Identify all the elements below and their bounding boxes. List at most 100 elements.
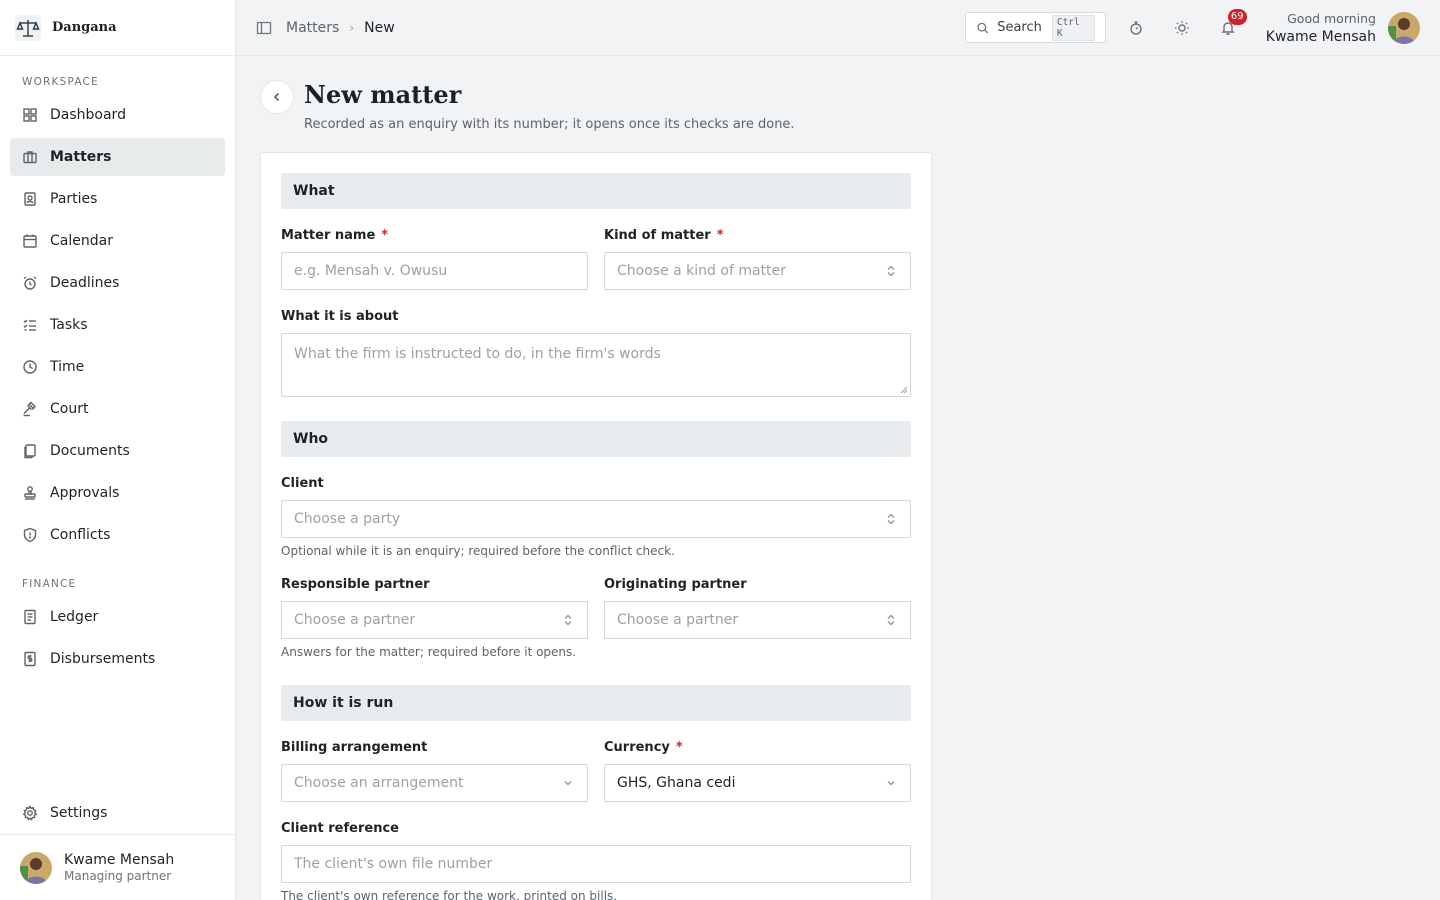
client-reference-input[interactable]: The client's own file number bbox=[281, 845, 911, 883]
section-what: What bbox=[281, 173, 911, 209]
sidebar-item-calendar[interactable]: Calendar bbox=[10, 222, 225, 260]
breadcrumb-current: New bbox=[364, 19, 395, 36]
search-button[interactable]: Search Ctrl K bbox=[964, 12, 1106, 43]
sidebar-item-documents[interactable]: Documents bbox=[10, 432, 225, 470]
client-label: Client bbox=[281, 476, 324, 491]
sidebar-item-time[interactable]: Time bbox=[10, 348, 225, 386]
breadcrumb: Matters › New bbox=[286, 20, 395, 36]
user-role: Managing partner bbox=[64, 869, 172, 883]
required-mark: * bbox=[716, 228, 724, 243]
currency-select[interactable]: GHS, Ghana cedi bbox=[604, 764, 911, 802]
what-about-placeholder: What the firm is instructed to do, in th… bbox=[294, 346, 661, 362]
chevron-up-down-icon bbox=[887, 614, 895, 626]
scales-logo-icon bbox=[14, 14, 42, 42]
currency-label: Currency * bbox=[604, 740, 683, 755]
sidebar-item-label: Approvals bbox=[50, 485, 120, 501]
responsible-placeholder: Choose a partner bbox=[294, 612, 416, 628]
sidebar-item-label: Deadlines bbox=[50, 275, 120, 291]
responsible-partner-select[interactable]: Choose a partner bbox=[281, 601, 588, 639]
breadcrumb-matters[interactable]: Matters bbox=[286, 20, 339, 36]
client-hint: Optional while it is an enquiry; require… bbox=[281, 544, 675, 558]
sidebar-item-deadlines[interactable]: Deadlines bbox=[10, 264, 225, 302]
field-currency: Currency * GHS, Ghana cedi bbox=[604, 739, 911, 802]
sidebar-item-parties[interactable]: Parties bbox=[10, 180, 225, 218]
nav-finance: FINANCE Ledger Disbursements bbox=[0, 554, 235, 678]
sidebar-item-matters[interactable]: Matters bbox=[10, 138, 225, 176]
required-mark: * bbox=[381, 228, 389, 243]
section-who: Who bbox=[281, 421, 911, 457]
row-partners: Responsible partner Choose a partner Ori… bbox=[281, 576, 911, 639]
matter-name-input[interactable]: e.g. Mensah v. Owusu bbox=[281, 252, 588, 290]
receipt-icon bbox=[24, 651, 36, 667]
kind-of-matter-select[interactable]: Choose a kind of matter bbox=[604, 252, 911, 290]
contact-icon bbox=[24, 192, 36, 206]
sidebar-item-label: Matters bbox=[50, 149, 112, 165]
client-reference-placeholder: The client's own file number bbox=[294, 856, 493, 872]
nav-heading-finance: FINANCE bbox=[22, 578, 77, 590]
sidebar-item-tasks[interactable]: Tasks bbox=[10, 306, 225, 344]
client-reference-label: Client reference bbox=[281, 821, 399, 836]
sidebar-item-disbursements[interactable]: Disbursements bbox=[10, 640, 225, 678]
originating-partner-select[interactable]: Choose a partner bbox=[604, 601, 911, 639]
sidebar-item-court[interactable]: Court bbox=[10, 390, 225, 428]
sidebar-item-conflicts[interactable]: Conflicts bbox=[10, 516, 225, 554]
responsible-partner-label: Responsible partner bbox=[281, 577, 430, 592]
theme-toggle-button[interactable] bbox=[1172, 18, 1192, 38]
sidebar-item-settings[interactable]: Settings bbox=[10, 794, 225, 832]
sidebar-item-ledger[interactable]: Ledger bbox=[10, 598, 225, 636]
billing-label: Billing arrangement bbox=[281, 740, 428, 755]
user-name: Kwame Mensah bbox=[64, 852, 175, 868]
section-how: How it is run bbox=[281, 685, 911, 721]
timer-button[interactable] bbox=[1126, 18, 1146, 38]
sidebar-item-label: Time bbox=[50, 359, 85, 375]
chevron-down-icon bbox=[564, 781, 572, 786]
billing-select[interactable]: Choose an arrangement bbox=[281, 764, 588, 802]
matter-name-label: Matter name * bbox=[281, 228, 389, 243]
page-subtitle: Recorded as an enquiry with its number; … bbox=[304, 117, 795, 132]
field-kind-of-matter: Kind of matter * Choose a kind of matter bbox=[604, 227, 911, 290]
chevron-right-icon: › bbox=[349, 20, 355, 35]
sidebar-item-approvals[interactable]: Approvals bbox=[10, 474, 225, 512]
originating-placeholder: Choose a partner bbox=[617, 612, 739, 628]
main: Matters › New Search Ctrl K 69 Good morn… bbox=[236, 0, 1440, 900]
client-select[interactable]: Choose a party bbox=[281, 500, 911, 538]
field-matter-name: Matter name * e.g. Mensah v. Owusu bbox=[281, 227, 588, 290]
app-shell: Dangana WORKSPACE Dashboard Matters Part… bbox=[0, 0, 1440, 900]
kind-placeholder: Choose a kind of matter bbox=[617, 263, 786, 279]
client-reference-hint: The client's own reference for the work,… bbox=[281, 889, 618, 900]
greeting-user-name: Kwame Mensah bbox=[1265, 28, 1376, 45]
briefcase-icon bbox=[23, 151, 37, 164]
stamp-icon bbox=[24, 486, 36, 500]
topbar: Matters › New Search Ctrl K 69 Good morn… bbox=[236, 0, 1440, 56]
sidebar-item-label: Court bbox=[50, 401, 89, 417]
greeting: Good morning Kwame Mensah bbox=[1266, 11, 1376, 45]
brand[interactable]: Dangana bbox=[0, 0, 235, 56]
notifications-badge: 69 bbox=[1227, 8, 1247, 25]
nav-heading-workspace: WORKSPACE bbox=[22, 76, 99, 88]
avatar bbox=[20, 851, 52, 884]
notifications-button[interactable]: 69 bbox=[1218, 8, 1247, 38]
avatar[interactable] bbox=[1388, 11, 1420, 44]
sidebar-item-label: Ledger bbox=[50, 609, 99, 625]
sidebar-item-label: Conflicts bbox=[50, 527, 111, 543]
topbar-right: Search Ctrl K 69 Good morning Kwame Mens… bbox=[964, 8, 1420, 45]
stopwatch-icon bbox=[1130, 20, 1142, 35]
client-placeholder: Choose a party bbox=[294, 511, 401, 527]
gear-icon bbox=[22, 805, 38, 821]
what-about-textarea[interactable]: What the firm is instructed to do, in th… bbox=[281, 333, 911, 397]
back-button[interactable] bbox=[260, 80, 294, 114]
resize-handle-icon[interactable] bbox=[900, 386, 908, 394]
page-title: New matter bbox=[304, 80, 462, 109]
sidebar-settings: Settings bbox=[10, 790, 225, 832]
new-matter-form: What Matter name * e.g. Mensah v. Owusu K… bbox=[260, 152, 932, 900]
shield-icon bbox=[23, 527, 37, 543]
greeting-text: Good morning bbox=[1287, 10, 1376, 26]
currency-value: GHS, Ghana cedi bbox=[617, 775, 736, 791]
sidebar-item-dashboard[interactable]: Dashboard bbox=[10, 96, 225, 134]
sidebar-item-label: Disbursements bbox=[50, 651, 156, 667]
chevron-up-down-icon bbox=[887, 265, 895, 277]
field-responsible-partner: Responsible partner Choose a partner bbox=[281, 576, 588, 639]
sidebar-toggle-icon[interactable] bbox=[256, 20, 272, 36]
sun-icon bbox=[1174, 20, 1189, 35]
sidebar-user[interactable]: Kwame Mensah Managing partner bbox=[0, 834, 235, 900]
